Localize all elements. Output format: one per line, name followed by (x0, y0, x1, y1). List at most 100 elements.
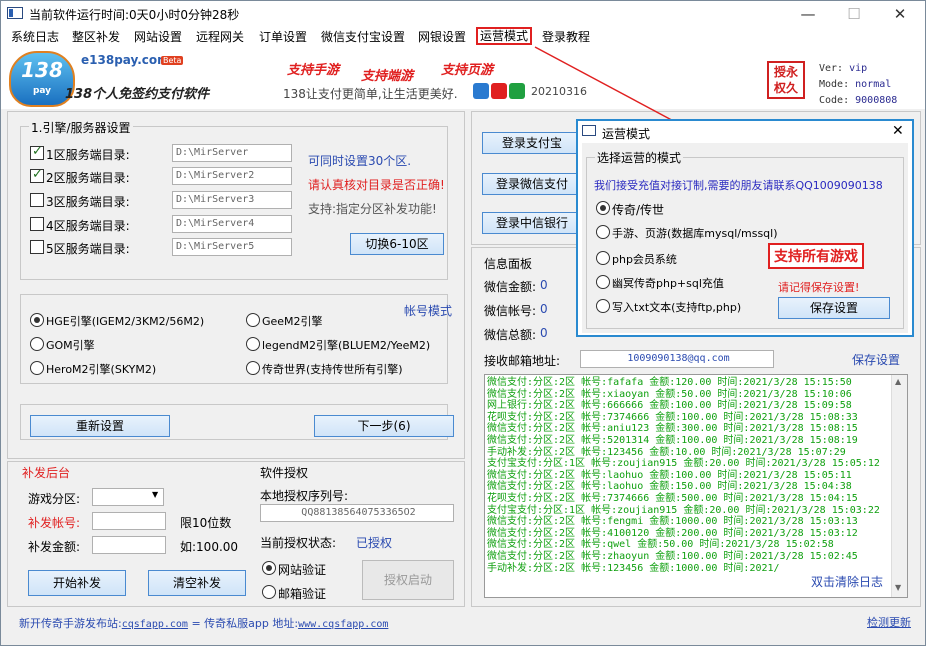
mode-txt-radio[interactable] (596, 299, 610, 313)
note-zone-reissue: 支持:指定分区补发功能! (308, 202, 437, 216)
license-start-button[interactable]: 授权启动 (362, 560, 454, 600)
mode-mobile-web-radio[interactable] (596, 225, 610, 239)
next-step-button[interactable]: 下一步(6) (314, 415, 454, 437)
account-mode-link[interactable]: 帐号模式 (404, 302, 452, 319)
dialog-title: 运营模式 (602, 127, 651, 141)
mode-php-member-radio[interactable] (596, 251, 610, 265)
zone2-path-input[interactable]: D:\MirServer2 (172, 167, 292, 185)
maximize-button[interactable]: ☐ (831, 3, 877, 25)
note-check-paths: 请认真核对目录是否正确! (308, 178, 445, 192)
log-line: 手动补发:分区:2区 帐号:123456 金额:1000.00 时间:2021/ (487, 562, 780, 574)
menu-bank-settings[interactable]: 网银设置 (416, 28, 468, 46)
mode-php-member-label: php会员系统 (612, 253, 677, 266)
zone5-label: 5区服务端目录: (46, 242, 130, 256)
zone5-checkbox[interactable] (30, 240, 44, 254)
support-mobile: 支持手游 (287, 63, 340, 78)
zone4-path-input[interactable]: D:\MirServer4 (172, 215, 292, 233)
scroll-up-icon[interactable]: ▲ (895, 377, 901, 386)
switch-zones-button[interactable]: 切换6-10区 (350, 233, 444, 255)
mail-verify-label: 邮箱验证 (278, 587, 327, 601)
dialog-save-button[interactable]: 保存设置 (778, 297, 890, 319)
email-input[interactable]: 1009090138@qq.com (580, 350, 774, 368)
menu-zone-reissue[interactable]: 整区补发 (70, 28, 122, 46)
check-update-link[interactable]: 检测更新 (867, 614, 911, 630)
seal-char: 权 (773, 81, 786, 95)
engine-legendm2-label: legendM2引擎(BLUEM2/YeeM2) (262, 339, 431, 352)
zone5-path-input[interactable]: D:\MirServer5 (172, 238, 292, 256)
engine-legend-world-label: 传奇世界(支持传世所有引擎) (262, 363, 403, 376)
footer-site2-link[interactable]: www.cqsfapp.com (298, 619, 388, 630)
minimize-button[interactable]: — (785, 3, 831, 25)
wechat-icon (509, 83, 525, 99)
web-verify-radio[interactable] (262, 561, 276, 575)
qq-icon (473, 83, 489, 99)
beta-badge: Beta (161, 56, 184, 65)
license-seal: 授永 权久 (767, 61, 805, 99)
engine-gom-radio[interactable] (30, 337, 44, 351)
zone3-path-input[interactable]: D:\MirServer3 (172, 191, 292, 209)
login-citic-button[interactable]: 登录中信银行 (482, 212, 582, 234)
dialog-icon (582, 125, 596, 136)
engine-legendm2-radio[interactable] (246, 337, 260, 351)
mode-label: Mode: (819, 79, 850, 90)
zone1-checkbox[interactable] (30, 144, 44, 160)
amount-label: 补发金额: (28, 540, 81, 554)
code-value: 9000808 (855, 95, 898, 106)
log-scrollbar[interactable]: ▲ ▼ (891, 375, 907, 597)
log-line: 微信支付:分区:2区 帐号:5201314 金额:100.00 时间:2021/… (487, 435, 858, 446)
engine-group-title: 1.引擎/服务器设置 (29, 119, 133, 136)
menu-system-log[interactable]: 系统日志 (9, 28, 61, 46)
all-games-badge: 支持所有游戏 (768, 243, 864, 269)
zone4-checkbox[interactable] (30, 217, 44, 231)
scroll-down-icon[interactable]: ▼ (895, 583, 901, 592)
log-line: 微信支付:分区:2区 帐号:aniu123 金额:300.00 时间:2021/… (487, 423, 858, 435)
dialog-close-button[interactable]: ✕ (892, 123, 904, 139)
menu-remote-gateway[interactable]: 远程网关 (194, 28, 246, 46)
zone3-checkbox[interactable] (30, 193, 44, 207)
arrow-line (534, 46, 682, 126)
footer-middle: = 传奇私服app 地址: (187, 617, 299, 630)
reissue-amount-input[interactable] (92, 536, 166, 554)
mode-youming-radio[interactable] (596, 275, 610, 289)
start-reissue-button[interactable]: 开始补发 (28, 570, 126, 596)
menu-wechat-alipay-settings[interactable]: 微信支付宝设置 (319, 28, 407, 46)
engine-legend-world-radio[interactable] (246, 361, 260, 375)
clear-reissue-button[interactable]: 清空补发 (148, 570, 246, 596)
mode-txt-label: 写入txt文本(支持ftp,php) (612, 301, 742, 314)
chevron-down-icon: ▼ (152, 490, 159, 499)
engine-geem2-label: GeeM2引擎 (262, 315, 323, 328)
serial-label: 本地授权序列号: (260, 489, 349, 503)
log-line: 微信支付:分区:2区 帐号:fengmi 金额:1000.00 时间:2021/… (487, 516, 858, 528)
engine-herom2-radio[interactable] (30, 361, 44, 375)
save-email-button[interactable]: 保存设置 (852, 351, 900, 368)
menu-site-settings[interactable]: 网站设置 (132, 28, 184, 46)
menu-login-tutorial[interactable]: 登录教程 (540, 28, 592, 46)
close-button[interactable]: ✕ (877, 3, 923, 25)
log-line: 花呗支付:分区:2区 帐号:7374666 金额:100.00 时间:2021/… (487, 411, 858, 423)
clear-log-link[interactable]: 双击清除日志 (811, 573, 884, 590)
login-wechat-button[interactable]: 登录微信支付 (482, 173, 582, 195)
mode-row: Mode: normal (819, 79, 891, 90)
menu-order-settings[interactable]: 订单设置 (257, 28, 309, 46)
serial-input[interactable]: QQ881385640753365O2 (260, 504, 454, 522)
zone1-path-input[interactable]: D:\MirServer (172, 144, 292, 162)
log-line: 微信支付:分区:2区 帐号:xiaoyan 金额:50.00 时间:2021/3… (487, 388, 852, 400)
zone2-checkbox[interactable] (30, 167, 44, 183)
log-box[interactable]: 微信支付:分区:2区 帐号:fafafa 金额:120.00 时间:2021/3… (484, 374, 908, 598)
header-banner: 138 pay e138pay.com Beta 138个人免签约支付软件 支持手… (1, 47, 925, 109)
mode-legend-radio[interactable] (596, 201, 610, 215)
footer-site1-link[interactable]: cqsfapp.com (122, 619, 188, 630)
engine-herom2-label: HeroM2引擎(SKYM2) (46, 363, 157, 376)
login-alipay-button[interactable]: 登录支付宝 (482, 132, 582, 154)
dialog-group-title: 选择运营的模式 (595, 149, 684, 166)
menu-operation-mode[interactable]: 运营模式 (476, 27, 533, 45)
mode-legend-label: 传奇/传世 (612, 203, 665, 217)
reset-button[interactable]: 重新设置 (30, 415, 170, 437)
engine-hge-radio[interactable] (30, 313, 44, 327)
info-panel-title: 信息面板 (484, 257, 533, 271)
web-verify-label: 网站验证 (278, 563, 327, 577)
engine-geem2-radio[interactable] (246, 313, 260, 327)
reissue-account-input[interactable] (92, 512, 166, 530)
wx-amount-label: 微信金额: (484, 280, 537, 294)
mail-verify-radio[interactable] (262, 585, 276, 599)
